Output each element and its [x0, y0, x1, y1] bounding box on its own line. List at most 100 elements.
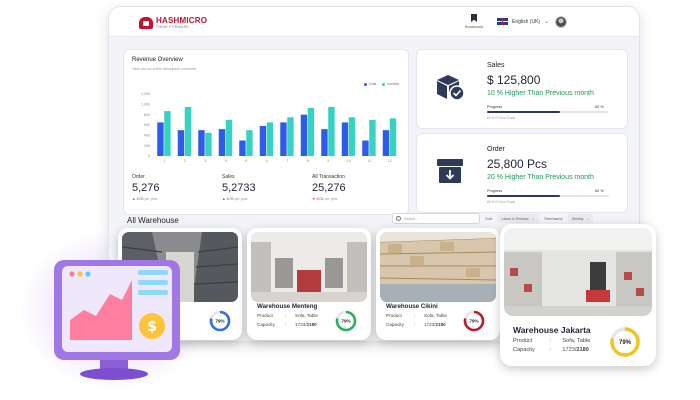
bar-cost-4[interactable]: [218, 129, 226, 156]
capacity-percent: 79%: [341, 319, 350, 324]
progress-label: Progress: [487, 189, 503, 193]
bar-income-4[interactable]: [225, 119, 233, 156]
capacity-percent: 79%: [619, 340, 632, 346]
sales-title: Sales: [487, 62, 505, 69]
bookmark-button[interactable]: Bookmark: [459, 14, 489, 29]
bar-cost-3[interactable]: [198, 130, 205, 156]
bar-income-1[interactable]: [164, 111, 171, 156]
order-change: 20 % Higher Than Previous month: [487, 174, 594, 181]
order-title: Order: [487, 146, 505, 153]
warehouse-photo: [380, 232, 496, 302]
revenue-title: Revenue Overview: [132, 57, 183, 63]
warehouse-photo: [251, 232, 367, 302]
chevron-down-icon: ⌄: [544, 19, 550, 25]
kpi-label: Order: [132, 174, 145, 180]
svg-text:$: $: [147, 319, 157, 335]
x-tick-label: 4: [225, 159, 227, 163]
logo-tagline: THINK FORWARD: [156, 24, 190, 29]
sales-card: Sales $ 125,800 10 % Higher Than Previou…: [416, 49, 628, 129]
search-input[interactable]: Search...: [392, 213, 480, 224]
x-tick-label: 3: [204, 159, 206, 163]
bar-income-8[interactable]: [307, 107, 315, 156]
capacity-percent: 79%: [469, 319, 478, 324]
timeframe-label: Timeframe: [543, 216, 563, 221]
timeframe-select[interactable]: Weekly ⌄: [567, 214, 594, 223]
y-tick-label: 400: [144, 134, 150, 138]
progress-fill: [487, 111, 561, 113]
capacity-percent: 79%: [215, 319, 224, 324]
progress-bar: [487, 111, 609, 113]
sales-value: $ 125,800: [487, 73, 541, 87]
progress-label: Progress: [487, 105, 503, 109]
kpi-order: Order 5,276 ▲ 8.05 per year: [132, 174, 222, 210]
bar-income-9[interactable]: [328, 106, 335, 156]
progress-note: 60 % Of Your Goals: [487, 200, 515, 204]
sales-change: 10 % Higher Than Previous month: [487, 90, 594, 97]
kpi-delta: ▲ 8.05 per year: [222, 197, 248, 201]
x-tick-label: 12: [388, 159, 392, 163]
trend-up-icon: ▲: [132, 197, 136, 201]
revenue-overview-card: Revenue Overview Here can be a little de…: [123, 49, 409, 215]
hashmicro-logo[interactable]: HASHMICRO THINK FORWARD: [139, 15, 207, 31]
bar-cost-11[interactable]: [362, 140, 369, 157]
bar-cost-8[interactable]: [300, 114, 308, 156]
bar-cost-6[interactable]: [259, 126, 267, 156]
user-avatar[interactable]: [555, 16, 567, 28]
bar-income-11[interactable]: [369, 119, 376, 156]
x-tick-label: 8: [307, 159, 309, 163]
logo-name: HASHMICRO: [156, 15, 208, 25]
x-tick-label: 10: [347, 159, 351, 163]
order-card: Order 25,800 Pcs 20 % Higher Than Previo…: [416, 133, 628, 213]
bar-income-6[interactable]: [266, 122, 274, 156]
y-tick-label: 600: [144, 123, 150, 127]
search-icon: [396, 216, 401, 221]
bar-income-5[interactable]: [246, 130, 253, 156]
warehouse-filters: Search... Sort Latest & Release ⌄ Timefra…: [392, 213, 594, 224]
bar-cost-5[interactable]: [239, 140, 246, 157]
y-tick-label: 0: [148, 154, 150, 158]
warehouse-product-row: Product: Sofa, Table: [513, 337, 591, 344]
warehouse-capacity-row: Capacity:1723/2180: [513, 347, 589, 354]
bar-income-3[interactable]: [205, 132, 212, 156]
progress-fill: [487, 195, 561, 197]
warehouse-capacity-row: Capacity:1723/2180: [257, 321, 317, 327]
y-tick-label: 1,200: [141, 92, 150, 96]
bar-income-2[interactable]: [184, 106, 192, 156]
bar-cost-7[interactable]: [280, 122, 287, 156]
bar-income-12[interactable]: [389, 118, 397, 156]
language-selector[interactable]: English (UK) ⌄: [497, 18, 549, 25]
x-tick-label: 7: [286, 159, 288, 163]
bar-cost-10[interactable]: [341, 122, 349, 156]
language-label: English (UK): [512, 18, 541, 25]
uk-flag-icon: [497, 18, 508, 25]
warehouse-photo: [504, 228, 652, 316]
chevron-down-icon: ⌄: [531, 216, 535, 221]
bar-cost-12[interactable]: [382, 130, 390, 156]
trend-up-icon: ▲: [222, 197, 226, 201]
progress-percent: 60 %: [595, 189, 604, 193]
capacity-ring: 79%: [463, 310, 485, 332]
bar-cost-9[interactable]: [321, 129, 328, 156]
x-tick-label: 1: [163, 159, 165, 163]
archive-download-icon: [437, 159, 463, 183]
bar-income-7[interactable]: [287, 117, 294, 156]
bar-cost-1[interactable]: [157, 122, 164, 156]
bar-cost-2[interactable]: [177, 130, 185, 156]
order-value: 25,800 Pcs: [487, 157, 548, 171]
y-tick-label: 200: [144, 144, 150, 148]
x-tick-label: 9: [327, 159, 329, 163]
x-tick-label: 11: [367, 159, 371, 163]
stage: HASHMICRO THINK FORWARD Bookmark English…: [0, 0, 700, 400]
sort-select[interactable]: Latest & Release ⌄: [497, 214, 539, 223]
warehouse-name: Warehouse Cikini: [386, 303, 438, 310]
revenue-subtitle: Here can be a little description comment: [132, 67, 197, 71]
bar-income-10[interactable]: [348, 117, 356, 156]
progress-percent: 60 %: [595, 105, 604, 109]
kpi-value: 25,276: [312, 182, 346, 194]
progress-note: 60 % Of Your Goals: [487, 116, 515, 120]
capacity-ring: 79%: [335, 310, 357, 332]
x-tick-label: 5: [245, 159, 247, 163]
kpi-value: 5,2733: [222, 182, 256, 194]
capacity-ring: 79%: [610, 327, 640, 357]
x-tick-label: 2: [184, 159, 186, 163]
